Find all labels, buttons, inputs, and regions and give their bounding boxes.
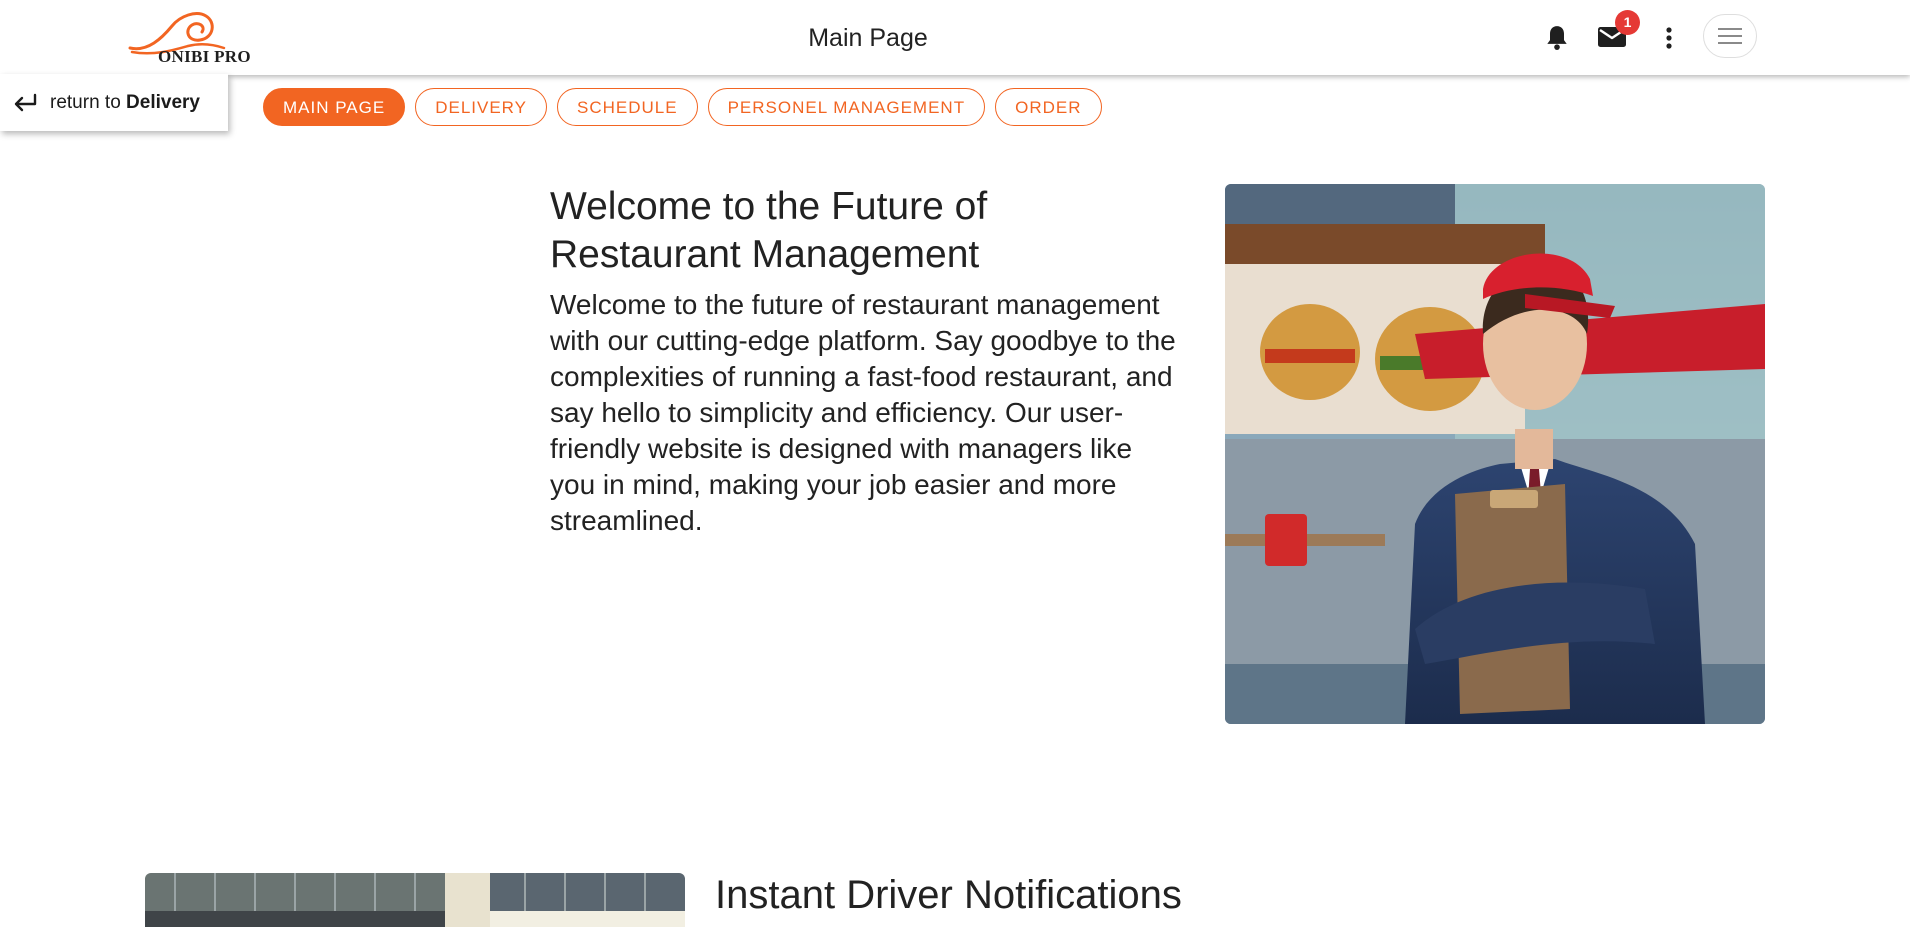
tab-personel-management[interactable]: PERSONEL MANAGEMENT <box>707 88 986 126</box>
menu-button[interactable] <box>1703 14 1757 58</box>
mail-count-badge: 1 <box>1615 10 1640 35</box>
page-title: Main Page <box>808 24 928 52</box>
bell-icon[interactable] <box>1544 24 1570 57</box>
return-link-text: return to Delivery <box>50 92 200 114</box>
hero-text: Welcome to the future of restaurant mana… <box>550 289 1176 536</box>
return-target: Delivery <box>126 92 200 113</box>
hero-title: Welcome to the Future of Restaurant Mana… <box>550 185 988 276</box>
tab-order[interactable]: ORDER <box>995 88 1102 126</box>
section-title-driver-notifications: Instant Driver Notifications <box>715 873 1182 917</box>
hamburger-menu-icon <box>1718 28 1742 44</box>
top-app-bar: ONIBI PRO Main Page 1 <box>0 0 1910 75</box>
return-link[interactable]: return to Delivery <box>0 74 228 131</box>
section-tabs: MAIN PAGE DELIVERY SCHEDULE PERSONEL MAN… <box>263 88 1112 126</box>
tab-delivery[interactable]: DELIVERY <box>415 88 547 126</box>
delivery-building-image <box>145 873 685 927</box>
more-vert-icon[interactable] <box>1662 26 1676 55</box>
return-prefix: return to <box>50 92 127 113</box>
return-arrow-icon <box>14 93 37 112</box>
tab-main-page[interactable]: MAIN PAGE <box>263 88 406 126</box>
hero-manager-image <box>1225 184 1765 724</box>
tab-schedule[interactable]: SCHEDULE <box>556 88 698 126</box>
